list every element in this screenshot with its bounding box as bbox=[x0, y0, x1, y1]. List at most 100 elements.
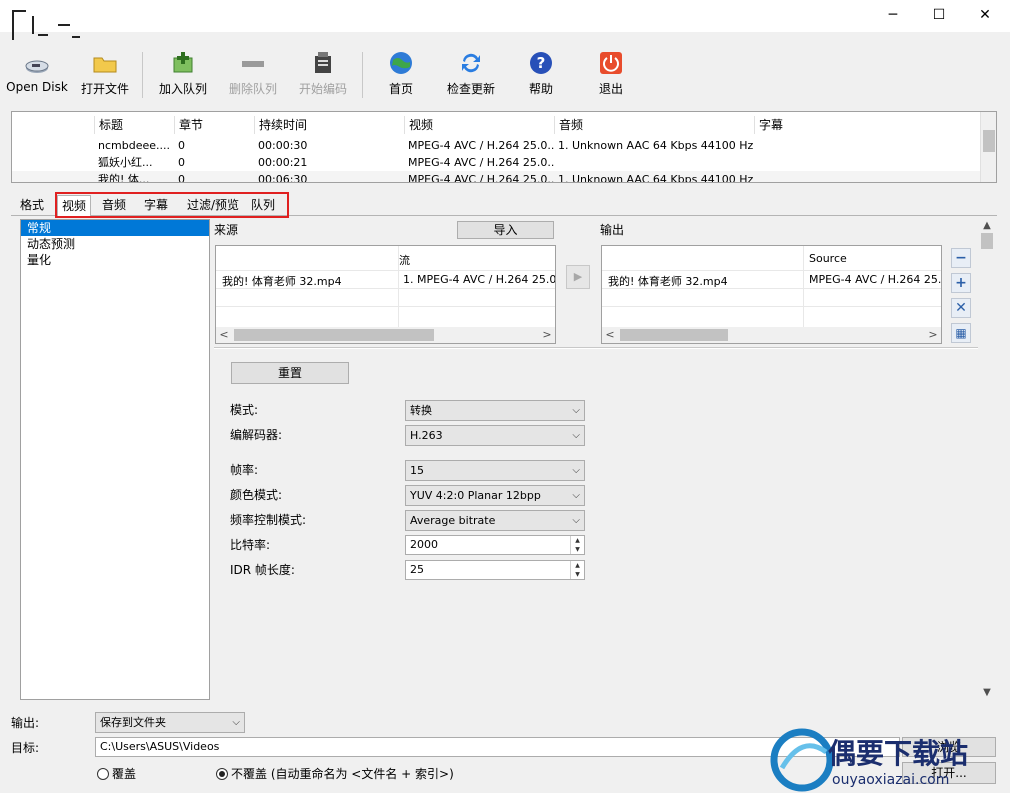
fps-label: 帧率: bbox=[230, 463, 259, 477]
source-listview[interactable]: 流 我的! 体育老师 32.mp4 1. MPEG-4 AVC / H.264 … bbox=[215, 245, 556, 344]
cell-title: 狐妖小红... bbox=[98, 156, 153, 169]
cell-video: MPEG-4 AVC / H.264 25.0... bbox=[408, 173, 554, 183]
stream-column-header[interactable]: 流 bbox=[399, 252, 555, 268]
add-queue-label: 加入队列 bbox=[158, 82, 207, 96]
table-row[interactable]: ncmbdeee.... 0 00:00:30 MPEG-4 AVC / H.2… bbox=[12, 137, 982, 155]
open-file-label: 打开文件 bbox=[80, 82, 129, 96]
mode-select[interactable]: 转换 ⌵ bbox=[405, 400, 585, 421]
source-label: 来源 bbox=[214, 223, 239, 237]
output-hscrollbar[interactable]: < > bbox=[602, 327, 941, 343]
plus-button[interactable]: + bbox=[951, 273, 971, 293]
minus-button[interactable]: − bbox=[951, 248, 971, 268]
open-disk-button[interactable]: Open Disk bbox=[4, 46, 70, 100]
output-stream-cell[interactable]: MPEG-4 AVC / H.264 25.00 bbox=[809, 273, 941, 286]
section-divider bbox=[214, 347, 982, 349]
rate-control-select[interactable]: Average bitrate ⌵ bbox=[405, 510, 585, 531]
scroll-up-icon[interactable]: ▲ bbox=[978, 219, 996, 233]
home-button[interactable]: 首页 bbox=[378, 46, 424, 100]
scroll-right-icon[interactable]: > bbox=[539, 327, 555, 343]
scroll-left-icon[interactable]: < bbox=[216, 327, 232, 343]
cell-title: 我的! 体... bbox=[98, 173, 150, 183]
chevron-down-icon: ⌵ bbox=[572, 405, 580, 416]
minimize-button[interactable]: ─ bbox=[870, 0, 916, 30]
fps-select[interactable]: 15 ⌵ bbox=[405, 460, 585, 481]
list-item-quantization[interactable]: 量化 bbox=[21, 252, 209, 268]
help-button[interactable]: ? 帮助 bbox=[518, 46, 564, 100]
toolbar-separator bbox=[142, 52, 143, 98]
scroll-thumb[interactable] bbox=[620, 329, 728, 341]
row-divider bbox=[602, 306, 941, 307]
mode-label: 模式: bbox=[230, 403, 259, 417]
row-divider bbox=[602, 270, 941, 271]
table-row[interactable]: 我的! 体... 0 00:06:30 MPEG-4 AVC / H.264 2… bbox=[12, 171, 982, 183]
idr-stepper[interactable]: 25 ▲ ▼ bbox=[405, 560, 585, 580]
exit-label: 退出 bbox=[598, 82, 623, 96]
title-grid: 标题 章节 持续时间 视频 音频 字幕 ncmbdeee.... 0 00:00… bbox=[11, 111, 997, 183]
settings-scrollbar[interactable]: ▲ ▼ bbox=[978, 219, 996, 700]
reset-button[interactable]: 重置 bbox=[231, 362, 349, 384]
stepper-arrows-icon[interactable]: ▲ ▼ bbox=[570, 561, 584, 579]
table-row[interactable]: 狐妖小红... 0 00:00:21 MPEG-4 AVC / H.264 25… bbox=[12, 154, 982, 172]
move-right-button[interactable]: ▶ bbox=[566, 265, 590, 289]
grid-button[interactable]: ▦ bbox=[951, 323, 971, 343]
scroll-thumb[interactable] bbox=[983, 130, 995, 152]
output-file-cell[interactable]: 我的! 体育老师 32.mp4 bbox=[608, 273, 798, 289]
codec-label: 编解码器: bbox=[230, 428, 283, 442]
cell-chapter: 0 bbox=[178, 173, 185, 183]
column-header-subtitle[interactable]: 字幕 bbox=[754, 116, 954, 134]
output-listview[interactable]: Source 我的! 体育老师 32.mp4 MPEG-4 AVC / H.26… bbox=[601, 245, 942, 344]
add-queue-button[interactable]: 加入队列 bbox=[152, 46, 214, 100]
column-header-video[interactable]: 视频 bbox=[404, 116, 554, 134]
column-header-title[interactable]: 标题 bbox=[94, 116, 176, 134]
remove-queue-button[interactable]: 删除队列 bbox=[222, 46, 284, 100]
cell-chapter: 0 bbox=[178, 139, 185, 152]
radio-dot bbox=[97, 767, 109, 780]
color-mode-value: YUV 4:2:0 Planar 12bpp bbox=[410, 489, 541, 502]
check-update-label: 检查更新 bbox=[446, 82, 495, 96]
cell-title: ncmbdeee.... bbox=[98, 139, 170, 152]
list-item-motion-estimation[interactable]: 动态预测 bbox=[21, 236, 209, 252]
idr-label: IDR 帧长度: bbox=[230, 563, 295, 577]
bitrate-stepper[interactable]: 2000 ▲ ▼ bbox=[405, 535, 585, 555]
check-update-button[interactable]: 检查更新 bbox=[440, 46, 502, 100]
output-mode-select[interactable]: 保存到文件夹 ⌵ bbox=[95, 712, 245, 733]
grid-header: 标题 章节 持续时间 视频 音频 字幕 bbox=[12, 116, 982, 134]
source-column-header[interactable]: Source bbox=[809, 252, 939, 265]
no-overwrite-radio[interactable]: 不覆盖 (自动重命名为 <文件名 + 索引>) bbox=[216, 765, 454, 782]
no-overwrite-label: 不覆盖 (自动重命名为 <文件名 + 索引>) bbox=[231, 767, 454, 781]
idr-value: 25 bbox=[410, 563, 424, 576]
color-mode-select[interactable]: YUV 4:2:0 Planar 12bpp ⌵ bbox=[405, 485, 585, 506]
import-button[interactable]: 导入 bbox=[457, 221, 554, 239]
remove-button[interactable]: ✕ bbox=[951, 298, 971, 318]
cell-chapter: 0 bbox=[178, 156, 185, 169]
tab-format[interactable]: 格式 bbox=[16, 195, 48, 215]
chevron-down-icon: ⌵ bbox=[232, 717, 240, 728]
column-header-chapter[interactable]: 章节 bbox=[174, 116, 254, 134]
exit-button[interactable]: 退出 bbox=[588, 46, 634, 100]
remove-queue-label: 删除队列 bbox=[228, 82, 277, 96]
source-hscrollbar[interactable]: < > bbox=[216, 327, 555, 343]
row-divider bbox=[216, 306, 555, 307]
scroll-right-icon[interactable]: > bbox=[925, 327, 941, 343]
watermark-logo-icon bbox=[770, 728, 834, 792]
scroll-left-icon[interactable]: < bbox=[602, 327, 618, 343]
start-encode-button[interactable]: 开始编码 bbox=[292, 46, 354, 100]
close-button[interactable]: ✕ bbox=[962, 0, 1008, 30]
scroll-down-icon[interactable]: ▼ bbox=[978, 686, 996, 700]
stepper-arrows-icon[interactable]: ▲ ▼ bbox=[570, 536, 584, 554]
power-icon bbox=[598, 50, 624, 76]
column-header-duration[interactable]: 持续时间 bbox=[254, 116, 404, 134]
column-header-audio[interactable]: 音频 bbox=[554, 116, 754, 134]
home-label: 首页 bbox=[388, 82, 413, 96]
codec-select[interactable]: H.263 ⌵ bbox=[405, 425, 585, 446]
scroll-thumb[interactable] bbox=[981, 233, 993, 249]
source-file-cell[interactable]: 我的! 体育老师 32.mp4 bbox=[222, 273, 392, 289]
scroll-thumb[interactable] bbox=[234, 329, 434, 341]
list-item-general[interactable]: 常规 bbox=[21, 220, 209, 236]
maximize-button[interactable]: ☐ bbox=[916, 0, 962, 30]
overwrite-radio[interactable]: 覆盖 bbox=[97, 765, 136, 782]
open-file-button[interactable]: 打开文件 bbox=[76, 46, 134, 100]
codec-value: H.263 bbox=[410, 429, 443, 442]
source-stream-cell[interactable]: 1. MPEG-4 AVC / H.264 25.00 H bbox=[403, 273, 555, 286]
grid-scrollbar[interactable] bbox=[980, 112, 996, 182]
